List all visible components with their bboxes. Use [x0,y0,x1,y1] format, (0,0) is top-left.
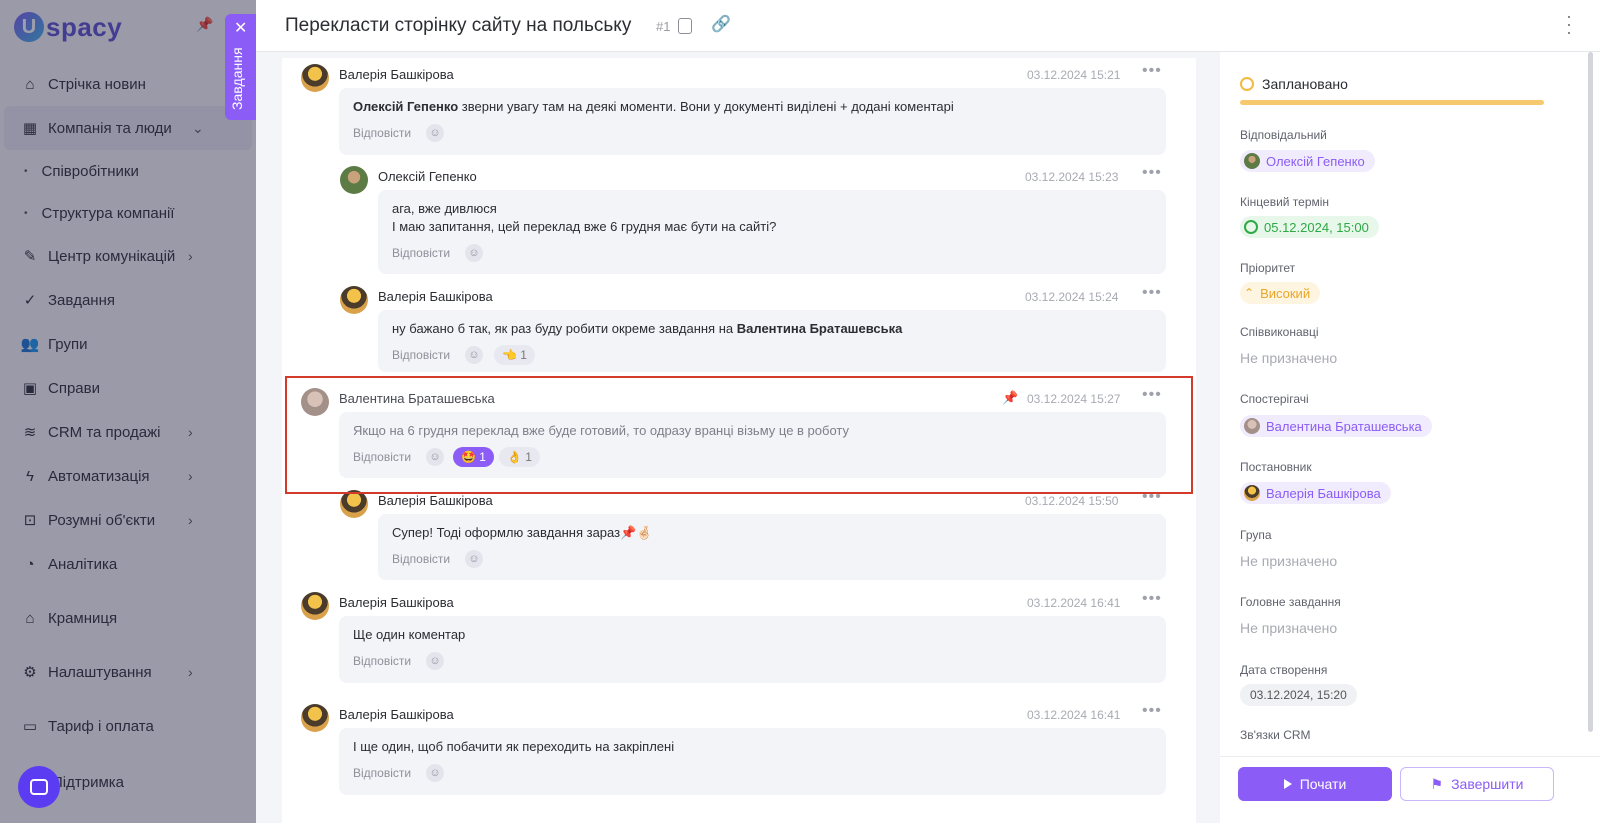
avatar[interactable] [301,592,329,620]
task-actions-footer: Почати ⚑ Завершити [1220,756,1600,823]
comment-bubble: І ще один, щоб побачити як переходить на… [339,728,1166,795]
coexecutors-label: Співвиконавці [1240,325,1319,339]
creator-user-pill[interactable]: Валерія Башкірова [1240,482,1391,504]
chevron-up-icon: ⌃ [1244,286,1255,300]
avatar[interactable] [340,286,368,314]
comment-text: ага, вже дивлюся І маю запитання, цей пер… [392,201,777,234]
copy-icon[interactable] [678,18,692,34]
more-vertical-icon[interactable]: · · · [1566,7,1572,41]
clock-icon [1240,77,1254,91]
task-number: #1 [656,19,671,34]
chat-icon [30,779,48,795]
parent-task-value[interactable]: Не призначено [1240,620,1337,636]
flag-icon: ⚑ [1430,775,1444,792]
comment-time: 03.12.2024 15:50 [1025,494,1119,508]
comment-time: 03.12.2024 15:24 [1025,290,1119,304]
add-reaction-icon[interactable]: ☺ [426,652,444,670]
crm-links-label: Зв'язки CRM [1240,728,1311,742]
task-panel-tab-label: Завдання [229,47,245,110]
clock-icon [1244,220,1258,234]
deadline-pill[interactable]: 05.12.2024, 15:00 [1240,216,1379,238]
comment-bubble: Ще один коментар Відповісти ☺ [339,616,1166,683]
observers-label: Спостерігачі [1240,392,1309,406]
finish-button[interactable]: ⚑ Завершити [1400,767,1554,801]
creator-label: Постановник [1240,460,1312,474]
more-horizontal-icon[interactable]: ••• [1142,62,1162,80]
avatar[interactable] [301,704,329,732]
avatar[interactable] [340,166,368,194]
created-date-pill: 03.12.2024, 15:20 [1240,684,1357,706]
avatar[interactable] [301,64,329,92]
comment-bubble: ну бажано б так, як раз буду робити окре… [378,310,1166,372]
modal-overlay[interactable] [0,0,256,823]
comment-author[interactable]: Валерія Башкірова [339,595,454,610]
priority-pill[interactable]: ⌃ Високий [1240,282,1321,304]
more-horizontal-icon[interactable]: ••• [1142,702,1162,720]
observer-user-pill[interactable]: Валентина Браташевська [1240,415,1432,437]
comment-author[interactable]: Валерія Башкірова [378,493,493,508]
mention[interactable]: Олексій Гепенко [353,99,458,114]
avatar [1244,418,1260,434]
reply-button[interactable]: Відповісти [353,126,411,140]
comment-time: 03.12.2024 15:21 [1027,68,1121,82]
task-details-panel: Заплановано Відповідальний Олексій Гепен… [1220,52,1600,823]
avatar [1244,153,1260,169]
priority-label: Пріоритет [1240,261,1296,275]
comment-author[interactable]: Валерія Башкірова [339,67,454,82]
comment-text: ну бажано б так, як раз буду робити окре… [392,321,903,336]
support-chat-button[interactable] [18,766,60,808]
group-label: Група [1240,528,1272,542]
comment-time: 03.12.2024 15:23 [1025,170,1119,184]
comment-text: Олексій Гепенко зверни увагу там на деяк… [353,99,954,114]
comment-text: Ще один коментар [353,627,466,642]
highlight-frame [285,376,1193,494]
created-date-label: Дата створення [1240,663,1328,677]
add-reaction-icon[interactable]: ☺ [465,550,483,568]
play-icon [1283,779,1292,789]
mention[interactable]: Валентина Браташевська [737,321,903,336]
comment-bubble: ага, вже дивлюся І маю запитання, цей пер… [378,190,1166,274]
comment-time: 03.12.2024 16:41 [1027,708,1121,722]
add-reaction-icon[interactable]: ☺ [465,346,483,364]
task-status[interactable]: Заплановано [1240,76,1348,92]
deadline-label: Кінцевий термін [1240,195,1330,209]
comment-bubble: Супер! Тоді оформлю завдання зараз📌🤞🏻 Ві… [378,514,1166,580]
details-scrollbar[interactable] [1588,52,1593,732]
add-reaction-icon[interactable]: ☺ [426,764,444,782]
reply-button[interactable]: Відповісти [353,766,411,780]
comment-bubble: Олексій Гепенко зверни увагу там на деяк… [339,88,1166,155]
reply-button[interactable]: Відповісти [392,348,450,362]
close-icon[interactable]: ✕ [234,18,247,38]
comment-text: І ще один, щоб побачити як переходить на… [353,739,675,754]
more-horizontal-icon[interactable]: ••• [1142,284,1162,302]
task-panel-tab[interactable]: ✕ Завдання [225,14,256,120]
parent-task-label: Головне завдання [1240,595,1341,609]
reply-button[interactable]: Відповісти [392,246,450,260]
responsible-label: Відповідальний [1240,128,1327,142]
add-reaction-icon[interactable]: ☺ [465,244,483,262]
page-title: Перекласти сторінку сайту на польську [285,15,632,36]
reply-button[interactable]: Відповісти [392,552,450,566]
link-icon[interactable]: 🔗 [711,14,731,34]
group-value[interactable]: Не призначено [1240,553,1337,569]
comment-time: 03.12.2024 16:41 [1027,596,1121,610]
comment-text: Супер! Тоді оформлю завдання зараз📌🤞🏻 [392,525,653,540]
more-horizontal-icon[interactable]: ••• [1142,164,1162,182]
responsible-user-pill[interactable]: Олексій Гепенко [1240,150,1375,172]
coexecutors-value[interactable]: Не призначено [1240,350,1337,366]
more-horizontal-icon[interactable]: ••• [1142,590,1162,608]
reply-button[interactable]: Відповісти [353,654,411,668]
task-header: Перекласти сторінку сайту на польську #1… [256,0,1600,52]
comment-author[interactable]: Олексій Гепенко [378,169,477,184]
comment-author[interactable]: Валерія Башкірова [339,707,454,722]
start-button[interactable]: Почати [1238,767,1392,801]
avatar[interactable] [340,490,368,518]
add-reaction-icon[interactable]: ☺ [426,124,444,142]
comment-author[interactable]: Валерія Башкірова [378,289,493,304]
avatar [1244,485,1260,501]
status-progress-bar [1240,100,1544,105]
reaction-chip[interactable]: 👈 1 [494,345,535,365]
